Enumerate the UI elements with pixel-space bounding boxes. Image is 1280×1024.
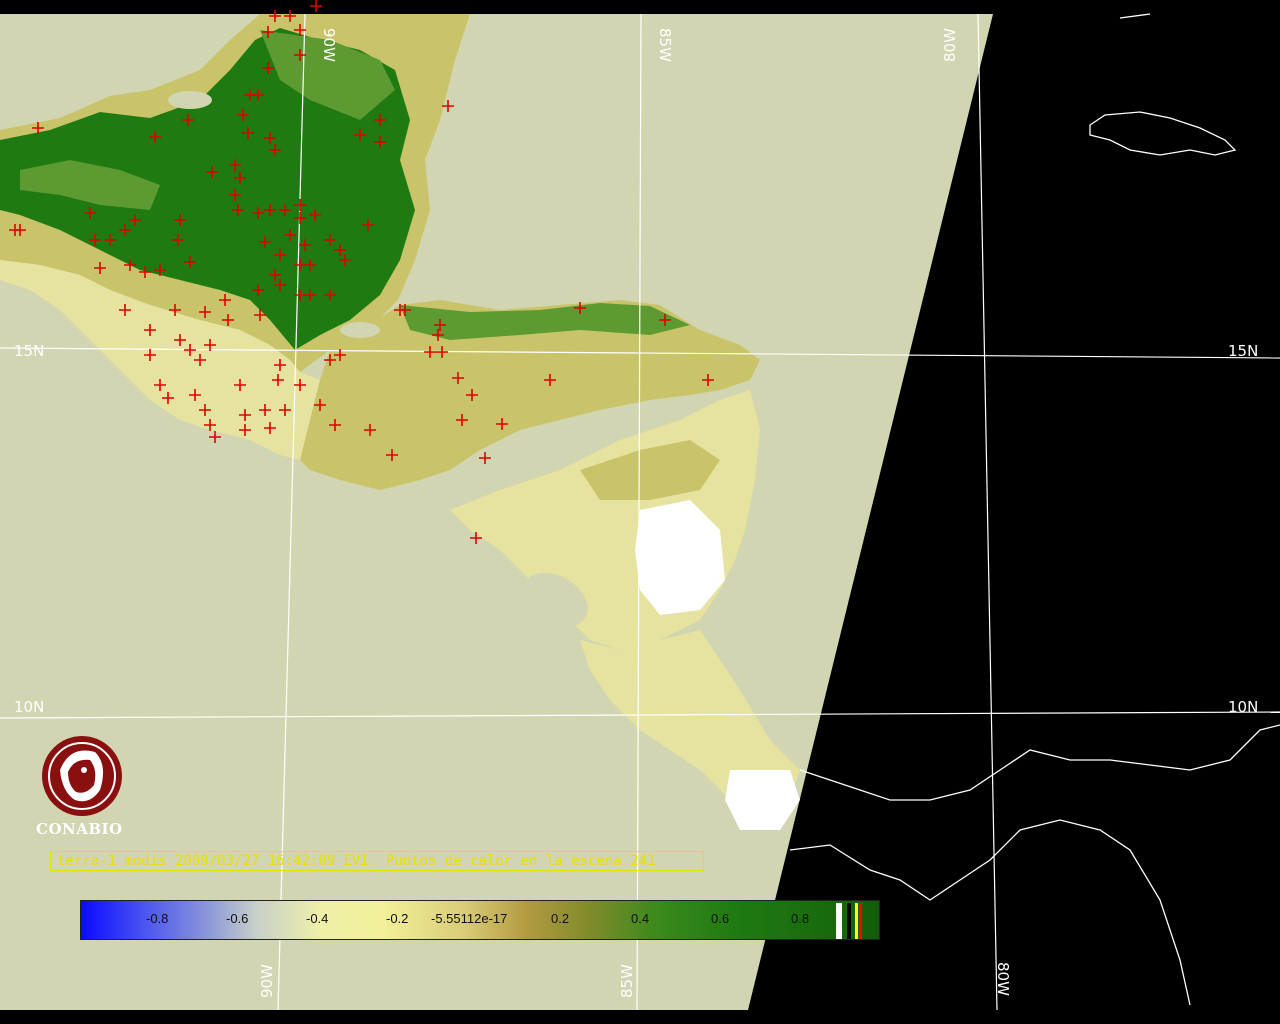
colorbar-tick-label: -0.8 bbox=[146, 911, 169, 926]
colorbar-end-swatch bbox=[859, 903, 862, 939]
label-90w-top: 90W bbox=[320, 28, 338, 62]
colorbar-tick-label: 0.8 bbox=[791, 911, 810, 926]
conabio-macaw-logo-icon bbox=[42, 736, 122, 816]
map-view[interactable]: 90W 85W 80W 15N 15N 10N 10N 90W 85W 80W … bbox=[0, 0, 1280, 1024]
scene-caption: terra-1 modis 2009/03/27 16:42:09 EVI. P… bbox=[50, 851, 704, 871]
label-80w-bottom: 80W bbox=[994, 962, 1012, 996]
colorbar-tick-label: 0.2 bbox=[551, 911, 570, 926]
label-10n-right: 10N bbox=[1228, 698, 1258, 716]
colorbar-tick-label: 0.6 bbox=[711, 911, 730, 926]
colorbar-tick-label: -0.4 bbox=[306, 911, 329, 926]
colorbar-tick-label: -0.6 bbox=[226, 911, 249, 926]
label-15n-right: 15N bbox=[1228, 342, 1258, 360]
colorbar-tick-label: 0.4 bbox=[631, 911, 650, 926]
colorbar-tick-label: -0.2 bbox=[386, 911, 409, 926]
logo-name: CONABIO bbox=[36, 820, 123, 838]
evi-colorbar: -0.8 -0.6 -0.4 -0.2 -5.55112e-17 0.2 0.4 0.6 0.8 bbox=[80, 900, 880, 940]
label-15n-left: 15N bbox=[14, 342, 44, 360]
label-80w-top: 80W bbox=[941, 28, 959, 62]
label-85w-bottom: 85W bbox=[618, 964, 636, 998]
label-90w-bottom: 90W bbox=[258, 964, 276, 998]
colorbar-end-swatch bbox=[855, 903, 858, 939]
label-85w-top: 85W bbox=[656, 28, 674, 62]
colorbar-tick-label: -5.55112e-17 bbox=[431, 911, 508, 926]
colorbar-end-swatch bbox=[847, 903, 851, 939]
colorbar-end-swatch bbox=[836, 903, 842, 939]
label-10n-left: 10N bbox=[14, 698, 44, 716]
